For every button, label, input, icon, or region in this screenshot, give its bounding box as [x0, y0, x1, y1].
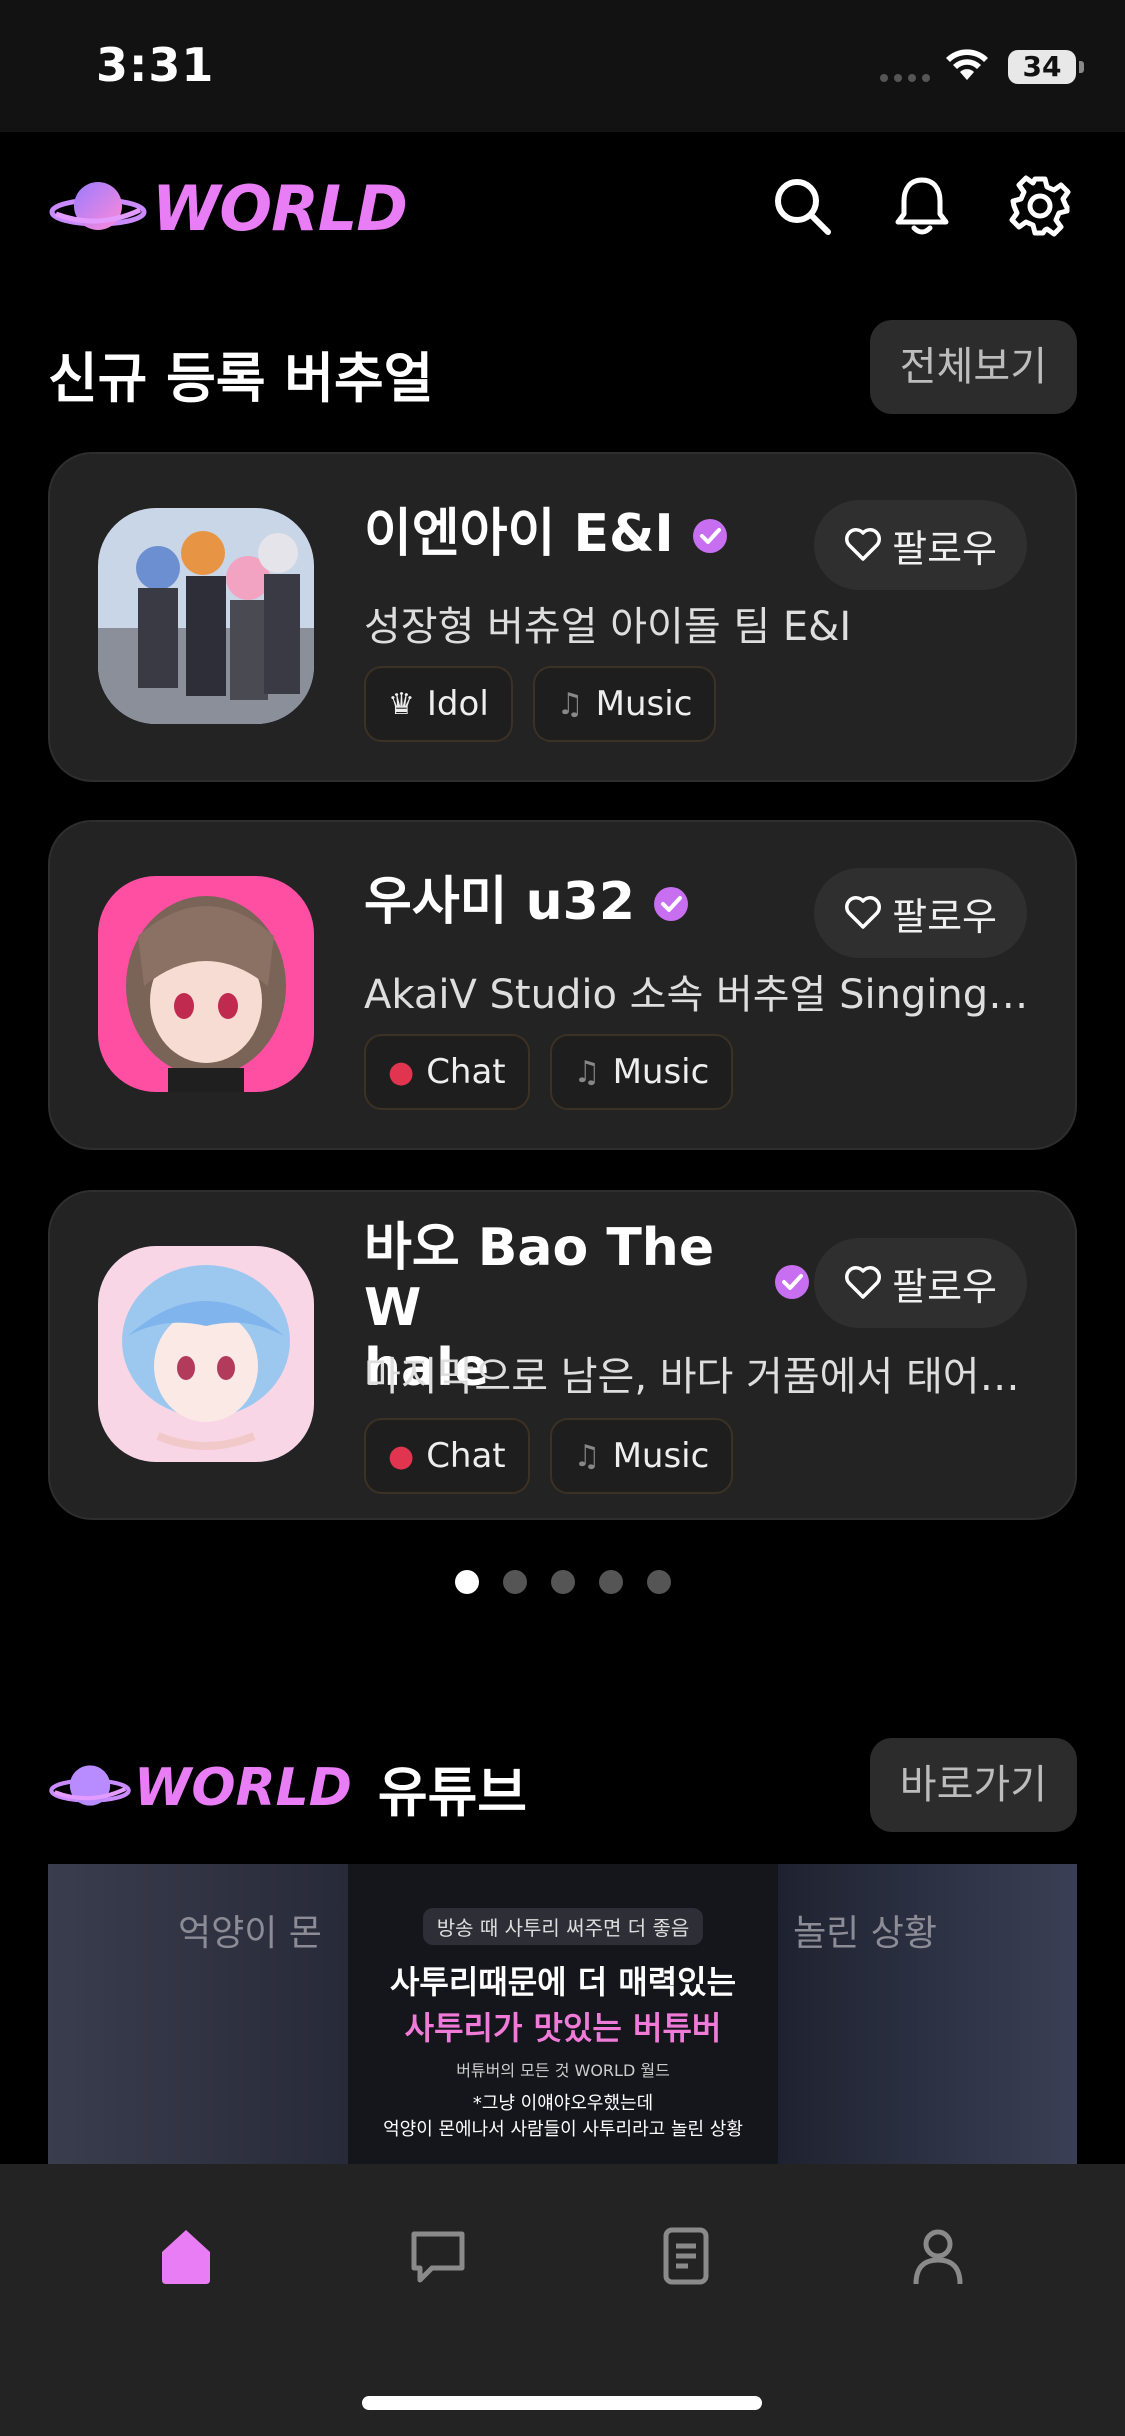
- avatar: [98, 1246, 314, 1462]
- gear-icon[interactable]: [1004, 170, 1076, 242]
- page-dot[interactable]: [598, 1570, 623, 1594]
- thumbnail-bg-text: 놀린 상황: [793, 1913, 937, 1954]
- carousel-pagination: [0, 1570, 1125, 1594]
- music-note-icon: ♫: [573, 1054, 601, 1090]
- avatar: [98, 876, 314, 1092]
- youtube-video-thumbnail[interactable]: 억양이 몬 놀린 상황 방송 때 사투리 써주면 더 좋음 사투리때문에 더 매…: [48, 1864, 1077, 2164]
- home-indicator[interactable]: [362, 2396, 762, 2410]
- avatar: [98, 508, 314, 724]
- thumbnail-caption: *그냥 이얘야오우했는데: [472, 2093, 654, 2114]
- document-icon: [663, 2227, 709, 2285]
- vtuber-description: 성장형 버츄얼 아이돌 팀 E&I: [364, 604, 852, 650]
- verified-badge-icon: [774, 1264, 810, 1304]
- thumbnail-headline: 사투리가 맛있는 버튜버: [404, 2009, 722, 2047]
- tab-home[interactable]: [146, 2216, 226, 2296]
- verified-badge-icon: [692, 507, 728, 567]
- go-to-youtube-button[interactable]: 바로가기: [869, 1738, 1077, 1832]
- planet-logo-icon: [49, 1764, 131, 1806]
- tab-feed[interactable]: [646, 2216, 726, 2296]
- vtuber-description: AkaiV Studio 소속 버추얼 Singing an…: [364, 972, 1034, 1018]
- tag-idol[interactable]: ♛ Idol: [364, 666, 513, 742]
- follow-button[interactable]: 팔로우: [814, 1238, 1027, 1328]
- view-all-button[interactable]: 전체보기: [869, 320, 1077, 414]
- planet-logo-icon: [49, 181, 147, 230]
- music-note-icon: ♫: [573, 1438, 601, 1474]
- heart-icon: [845, 1266, 882, 1299]
- vtuber-name: 우사미 u32: [364, 872, 689, 935]
- verified-badge-icon: [653, 875, 689, 935]
- music-note-icon: ♫: [556, 686, 584, 722]
- section-title: 신규 등록 버추얼: [48, 347, 434, 410]
- app-header: WORLD: [0, 132, 1125, 282]
- section-title: 유튜브: [377, 1761, 527, 1824]
- page-dot[interactable]: [502, 1570, 527, 1594]
- tag-music[interactable]: ♫ Music: [549, 1034, 734, 1110]
- battery-indicator: 34: [1008, 50, 1084, 84]
- idol-emoji-icon: ♛: [388, 686, 415, 722]
- profile-icon: [913, 2229, 963, 2285]
- thumbnail-byline: 버튜버의 모든 것 WORLD 월드: [456, 2061, 670, 2080]
- tag-list: ● Chat ♫ Music: [364, 1034, 734, 1110]
- tag-chat[interactable]: ● Chat: [364, 1418, 530, 1494]
- youtube-title: WORLD 유튜브: [48, 1748, 527, 1827]
- page-dot[interactable]: [646, 1570, 671, 1594]
- vtuber-name: 이엔아이 E&I: [364, 504, 728, 567]
- page-dot[interactable]: [550, 1570, 575, 1594]
- tag-list: ♛ Idol ♫ Music: [364, 666, 717, 742]
- follow-button[interactable]: 팔로우: [814, 868, 1027, 958]
- tag-chat[interactable]: ● Chat: [364, 1034, 530, 1110]
- search-icon[interactable]: [766, 170, 838, 242]
- heart-icon: [845, 896, 882, 929]
- vtuber-card[interactable]: 이엔아이 E&I 팔로우 성장형 버츄얼 아이돌 팀 E&I ♛ Idol ♫ Mu…: [48, 452, 1077, 782]
- tab-chat[interactable]: [398, 2216, 478, 2296]
- vtuber-card[interactable]: 우사미 u32 팔로우 AkaiV Studio 소속 버추얼 Singing …: [48, 820, 1077, 1150]
- wifi-icon: [944, 46, 990, 86]
- heart-icon: [845, 528, 882, 561]
- vtuber-card[interactable]: 바오 Bao The W hale 팔로우 마지막으로 남은, 바다 거품에서 …: [48, 1190, 1077, 1520]
- thumbnail-caption: 억양이 몬에나서 사람들이 사투리라고 놀린 상황: [383, 2119, 743, 2140]
- tag-music[interactable]: ♫ Music: [532, 666, 717, 742]
- thumbnail-card: 방송 때 사투리 써주면 더 좋음 사투리때문에 더 매력있는 사투리가 맛있는…: [348, 1864, 778, 2164]
- vtuber-description: 마지막으로 남은, 바다 거품에서 태어난…: [364, 1354, 1034, 1400]
- lips-icon: ●: [388, 1054, 415, 1090]
- signal-icon: [880, 74, 930, 82]
- logo-text: WORLD: [152, 172, 408, 245]
- page-dot[interactable]: [454, 1570, 479, 1594]
- status-time: 3:31: [96, 38, 215, 92]
- follow-button[interactable]: 팔로우: [814, 500, 1027, 590]
- thumbnail-bg-text: 억양이 몬: [178, 1913, 322, 1954]
- thumbnail-headline: 사투리때문에 더 매력있는: [389, 1963, 737, 2001]
- lips-icon: ●: [388, 1438, 415, 1474]
- thumbnail-badge: 방송 때 사투리 써주면 더 좋음: [422, 1908, 704, 1945]
- tag-music[interactable]: ♫ Music: [549, 1418, 734, 1494]
- tab-profile[interactable]: [898, 2216, 978, 2296]
- logo-text: WORLD: [134, 1757, 352, 1818]
- chat-icon: [411, 2231, 465, 2283]
- youtube-section-header: WORLD 유튜브 바로가기: [48, 1738, 1077, 1834]
- status-bar: 3:31 34: [0, 0, 1125, 132]
- world-logo[interactable]: WORLD: [48, 172, 408, 245]
- new-vtubers-header: 신규 등록 버추얼 전체보기: [48, 320, 1077, 416]
- bell-icon[interactable]: [886, 170, 958, 242]
- home-icon: [162, 2230, 210, 2284]
- tag-list: ● Chat ♫ Music: [364, 1418, 734, 1494]
